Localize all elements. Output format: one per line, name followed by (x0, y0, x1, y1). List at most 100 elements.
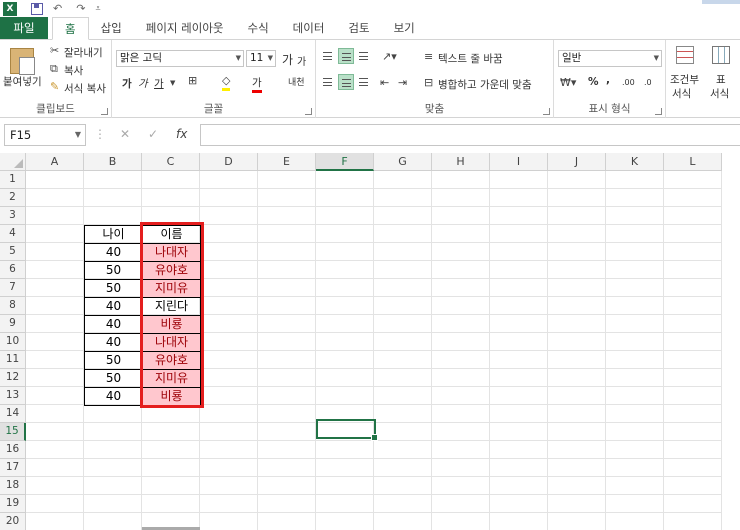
age-cell[interactable]: 50 (85, 352, 143, 370)
cell[interactable] (548, 297, 606, 315)
cell[interactable] (26, 441, 84, 459)
bold-button[interactable]: 가 (122, 76, 132, 91)
cell[interactable] (432, 297, 490, 315)
cell[interactable] (606, 441, 664, 459)
cell[interactable] (200, 297, 258, 315)
cell[interactable] (200, 495, 258, 513)
cell[interactable] (316, 495, 374, 513)
cell[interactable] (606, 315, 664, 333)
row-header-15[interactable]: 15 (0, 423, 26, 441)
increase-decimal-button[interactable]: .00 (622, 78, 635, 87)
cell[interactable] (26, 207, 84, 225)
cell[interactable] (548, 405, 606, 423)
cell[interactable] (490, 207, 548, 225)
cell[interactable] (374, 297, 432, 315)
copy-button[interactable]: 복사 (64, 63, 83, 78)
cell[interactable] (142, 477, 200, 495)
row-header-12[interactable]: 12 (0, 369, 26, 387)
cell[interactable] (200, 243, 258, 261)
cell[interactable] (26, 243, 84, 261)
cell[interactable] (26, 477, 84, 495)
cell[interactable] (142, 495, 200, 513)
align-top-button[interactable] (320, 48, 336, 64)
align-bottom-button[interactable] (356, 48, 372, 64)
cell[interactable] (548, 207, 606, 225)
row-header-7[interactable]: 7 (0, 279, 26, 297)
cell[interactable] (316, 243, 374, 261)
cell[interactable] (490, 369, 548, 387)
cell[interactable] (200, 279, 258, 297)
shrink-font-button[interactable]: 가 (297, 53, 306, 68)
cell[interactable] (200, 351, 258, 369)
align-left-button[interactable] (320, 74, 336, 90)
cut-button[interactable]: 잘라내기 (64, 45, 103, 60)
cell[interactable] (490, 261, 548, 279)
cell[interactable] (664, 279, 722, 297)
cell[interactable] (548, 423, 606, 441)
cell[interactable] (374, 405, 432, 423)
age-cell[interactable]: 40 (85, 334, 143, 352)
cell[interactable] (374, 351, 432, 369)
cell[interactable] (490, 351, 548, 369)
cell[interactable] (606, 477, 664, 495)
cell[interactable] (374, 315, 432, 333)
cell[interactable] (374, 333, 432, 351)
row-header-1[interactable]: 1 (0, 171, 26, 189)
cell[interactable] (490, 243, 548, 261)
paste-button[interactable]: 붙여넣기 (3, 74, 42, 89)
cell[interactable] (664, 459, 722, 477)
percent-button[interactable]: % (588, 76, 599, 88)
paste-icon[interactable] (10, 48, 35, 75)
cell[interactable] (26, 495, 84, 513)
cell[interactable] (606, 279, 664, 297)
cell[interactable] (26, 405, 84, 423)
cell[interactable] (490, 315, 548, 333)
customize-qat-icon[interactable]: ⩡ (95, 2, 100, 16)
cell[interactable] (316, 387, 374, 405)
cell[interactable] (490, 477, 548, 495)
column-header-h[interactable]: H (432, 153, 490, 171)
alignment-launcher-icon[interactable] (543, 108, 550, 115)
cell[interactable] (316, 189, 374, 207)
cell[interactable] (316, 207, 374, 225)
cell[interactable] (548, 171, 606, 189)
cell[interactable] (432, 513, 490, 530)
age-cell[interactable]: 50 (85, 262, 143, 280)
cell[interactable] (432, 279, 490, 297)
cell[interactable] (490, 495, 548, 513)
save-icon[interactable] (31, 3, 43, 15)
tab-page-layout[interactable]: 페이지 레이아웃 (134, 17, 236, 39)
cell[interactable] (664, 261, 722, 279)
age-cell[interactable]: 50 (85, 280, 143, 298)
cell[interactable] (26, 423, 84, 441)
column-header-f[interactable]: F (316, 153, 374, 171)
column-header-i[interactable]: I (490, 153, 548, 171)
cell[interactable] (606, 423, 664, 441)
cell[interactable] (142, 441, 200, 459)
cell[interactable] (548, 441, 606, 459)
cell[interactable] (432, 189, 490, 207)
cell[interactable] (142, 459, 200, 477)
name-box[interactable]: F15 ▼ (4, 124, 86, 146)
cell[interactable] (490, 423, 548, 441)
cell[interactable] (26, 261, 84, 279)
cell[interactable] (258, 369, 316, 387)
cell[interactable] (490, 171, 548, 189)
cell[interactable] (664, 423, 722, 441)
cell[interactable] (84, 495, 142, 513)
cell[interactable] (374, 243, 432, 261)
conditional-formatting-icon[interactable] (676, 46, 694, 64)
font-name-combo[interactable]: 맑은 고딕 ▼ (116, 50, 244, 67)
cell[interactable] (432, 387, 490, 405)
cell[interactable] (374, 369, 432, 387)
cell[interactable] (200, 423, 258, 441)
cell[interactable] (374, 477, 432, 495)
column-header-l[interactable]: L (664, 153, 722, 171)
cell[interactable] (84, 423, 142, 441)
age-cell[interactable]: 40 (85, 244, 143, 262)
tab-data[interactable]: 데이터 (281, 17, 337, 39)
row-header-16[interactable]: 16 (0, 441, 26, 459)
cell[interactable] (432, 243, 490, 261)
cell[interactable] (548, 315, 606, 333)
cell[interactable] (316, 171, 374, 189)
